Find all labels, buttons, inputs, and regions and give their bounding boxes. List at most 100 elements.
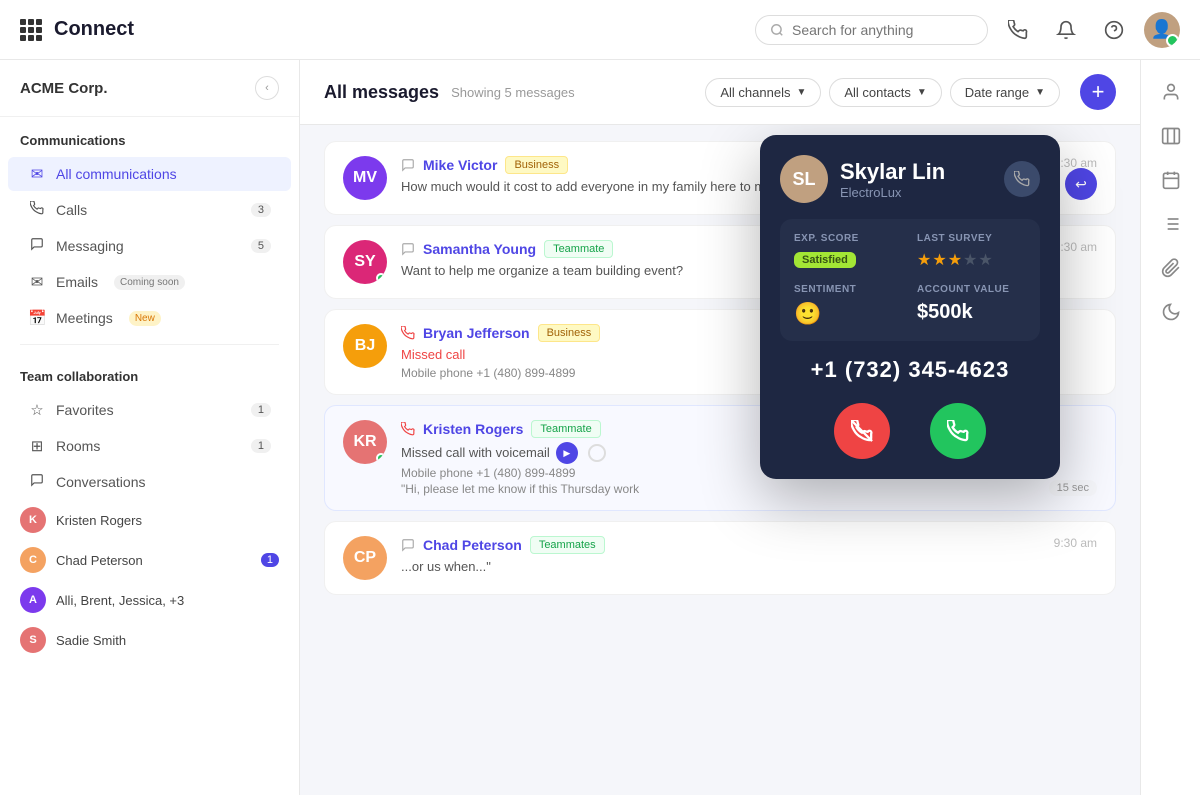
phone-icon bbox=[401, 422, 415, 436]
all-channels-filter[interactable]: All channels ▼ bbox=[705, 78, 821, 107]
page-title: All messages bbox=[324, 82, 439, 103]
conv-item-kristen[interactable]: K Kristen Rogers bbox=[0, 500, 299, 540]
chat-icon bbox=[401, 158, 415, 172]
sidebar-item-label: Rooms bbox=[56, 438, 100, 454]
phone-nav-icon[interactable] bbox=[1000, 12, 1036, 48]
chevron-down-icon: ▼ bbox=[917, 87, 927, 98]
conv-item-sadie[interactable]: S Sadie Smith bbox=[0, 620, 299, 660]
building-icon[interactable] bbox=[1151, 116, 1191, 156]
right-rail bbox=[1140, 60, 1200, 795]
sender-name: Chad Peterson bbox=[423, 537, 522, 553]
message-time: 9:30 am bbox=[1054, 536, 1097, 550]
collapse-button[interactable]: ‹ bbox=[255, 76, 279, 100]
sidebar-item-label: Emails bbox=[56, 274, 98, 290]
phone-missed-icon bbox=[401, 326, 415, 340]
search-input[interactable] bbox=[792, 22, 973, 38]
avatar: A bbox=[20, 587, 46, 613]
list-icon[interactable] bbox=[1151, 204, 1191, 244]
sidebar-item-messaging[interactable]: Messaging 5 bbox=[8, 229, 291, 263]
new-badge: New bbox=[129, 311, 161, 326]
conv-name: Sadie Smith bbox=[56, 633, 126, 648]
sidebar: ACME Corp. ‹ Communications ✉ All commun… bbox=[0, 60, 300, 795]
sidebar-item-conversations[interactable]: Conversations bbox=[8, 465, 291, 499]
sidebar-item-rooms[interactable]: ⊞ Rooms 1 bbox=[8, 429, 291, 463]
conv-name: Kristen Rogers bbox=[56, 513, 142, 528]
chat-icon bbox=[28, 237, 46, 255]
calls-badge: 3 bbox=[251, 203, 271, 217]
favorites-badge: 1 bbox=[251, 403, 271, 417]
filter-label: Date range bbox=[965, 85, 1029, 100]
chevron-down-icon: ▼ bbox=[1035, 87, 1045, 98]
sender-name: Mike Victor bbox=[423, 157, 497, 173]
app-grid-icon[interactable] bbox=[20, 19, 42, 41]
play-button[interactable]: ▶ bbox=[556, 442, 578, 464]
message-time: 9:30 am bbox=[1054, 240, 1097, 254]
bell-nav-icon[interactable] bbox=[1048, 12, 1084, 48]
avatar: SY bbox=[343, 240, 387, 284]
help-nav-icon[interactable] bbox=[1096, 12, 1132, 48]
exp-score-label: EXP. SCORE bbox=[794, 233, 903, 244]
top-nav: Connect 👤 bbox=[0, 0, 1200, 60]
sentiment-emoji: 🙂 bbox=[794, 301, 903, 327]
avatar: CP bbox=[343, 536, 387, 580]
user-icon[interactable] bbox=[1151, 72, 1191, 112]
reply-button[interactable]: ↩ bbox=[1065, 168, 1097, 200]
user-nav-avatar[interactable]: 👤 bbox=[1144, 12, 1180, 48]
sidebar-header: ACME Corp. ‹ bbox=[0, 60, 299, 117]
add-button[interactable]: + bbox=[1080, 74, 1116, 110]
mail-icon: ✉ bbox=[28, 165, 46, 183]
avatar: S bbox=[20, 627, 46, 653]
sidebar-item-meetings[interactable]: 📅 Meetings New bbox=[8, 301, 291, 335]
decline-button[interactable] bbox=[834, 403, 890, 459]
communications-label: Communications bbox=[0, 117, 299, 156]
exp-score-value: Satisfied bbox=[794, 252, 856, 268]
message-card[interactable]: CP Chad Peterson Teammates ...or us when… bbox=[324, 521, 1116, 595]
calendar-icon: 📅 bbox=[28, 309, 46, 327]
sender-tag: Teammate bbox=[531, 420, 600, 438]
sidebar-item-favorites[interactable]: ☆ Favorites 1 bbox=[8, 393, 291, 427]
sidebar-item-label: Calls bbox=[56, 202, 87, 218]
moon-icon[interactable] bbox=[1151, 292, 1191, 332]
sidebar-item-label: All communications bbox=[56, 166, 177, 182]
conv-icon bbox=[28, 473, 46, 491]
chat-icon bbox=[401, 538, 415, 552]
phone-icon bbox=[28, 201, 46, 219]
chevron-down-icon: ▼ bbox=[796, 87, 806, 98]
search-icon bbox=[770, 23, 784, 37]
call-card: SL Skylar Lin ElectroLux EXP. SCORE S bbox=[760, 135, 1060, 479]
sidebar-item-all-communications[interactable]: ✉ All communications bbox=[8, 157, 291, 191]
sentiment-label: SENTIMENT bbox=[794, 284, 903, 295]
sender-tag: Business bbox=[505, 156, 568, 174]
sidebar-item-emails[interactable]: ✉ Emails Coming soon bbox=[8, 265, 291, 299]
rooms-icon: ⊞ bbox=[28, 437, 46, 455]
clip-icon[interactable] bbox=[1151, 248, 1191, 288]
all-contacts-filter[interactable]: All contacts ▼ bbox=[829, 78, 941, 107]
rooms-badge: 1 bbox=[251, 439, 271, 453]
chat-icon bbox=[401, 242, 415, 256]
conv-item-chad[interactable]: C Chad Peterson 1 bbox=[0, 540, 299, 580]
calendar-icon[interactable] bbox=[1151, 160, 1191, 200]
content-header: All messages Showing 5 messages All chan… bbox=[300, 60, 1140, 125]
call-actions bbox=[780, 403, 1040, 459]
conv-item-alli[interactable]: A Alli, Brent, Jessica, +3 bbox=[0, 580, 299, 620]
avatar: C bbox=[20, 547, 46, 573]
sender-name: Samantha Young bbox=[423, 241, 536, 257]
coming-soon-badge: Coming soon bbox=[114, 275, 185, 290]
account-value: $500k bbox=[917, 301, 1026, 324]
date-range-filter[interactable]: Date range ▼ bbox=[950, 78, 1060, 107]
message-text: ...or us when..." bbox=[401, 558, 1097, 576]
message-subtext2: "Hi, please let me know if this Thursday… bbox=[401, 482, 1097, 496]
company-name: ACME Corp. bbox=[20, 80, 108, 97]
sidebar-item-label: Meetings bbox=[56, 310, 113, 326]
record-indicator bbox=[588, 444, 606, 462]
avatar: KR bbox=[343, 420, 387, 464]
avatar: BJ bbox=[343, 324, 387, 368]
accept-button[interactable] bbox=[930, 403, 986, 459]
conv-badge: 1 bbox=[261, 553, 279, 567]
call-stats: EXP. SCORE Satisfied LAST SURVEY ★★★★★ S… bbox=[780, 219, 1040, 341]
search-bar[interactable] bbox=[755, 15, 988, 45]
messaging-badge: 5 bbox=[251, 239, 271, 253]
filter-label: All contacts bbox=[844, 85, 910, 100]
sidebar-item-calls[interactable]: Calls 3 bbox=[8, 193, 291, 227]
sender-tag: Business bbox=[538, 324, 601, 342]
